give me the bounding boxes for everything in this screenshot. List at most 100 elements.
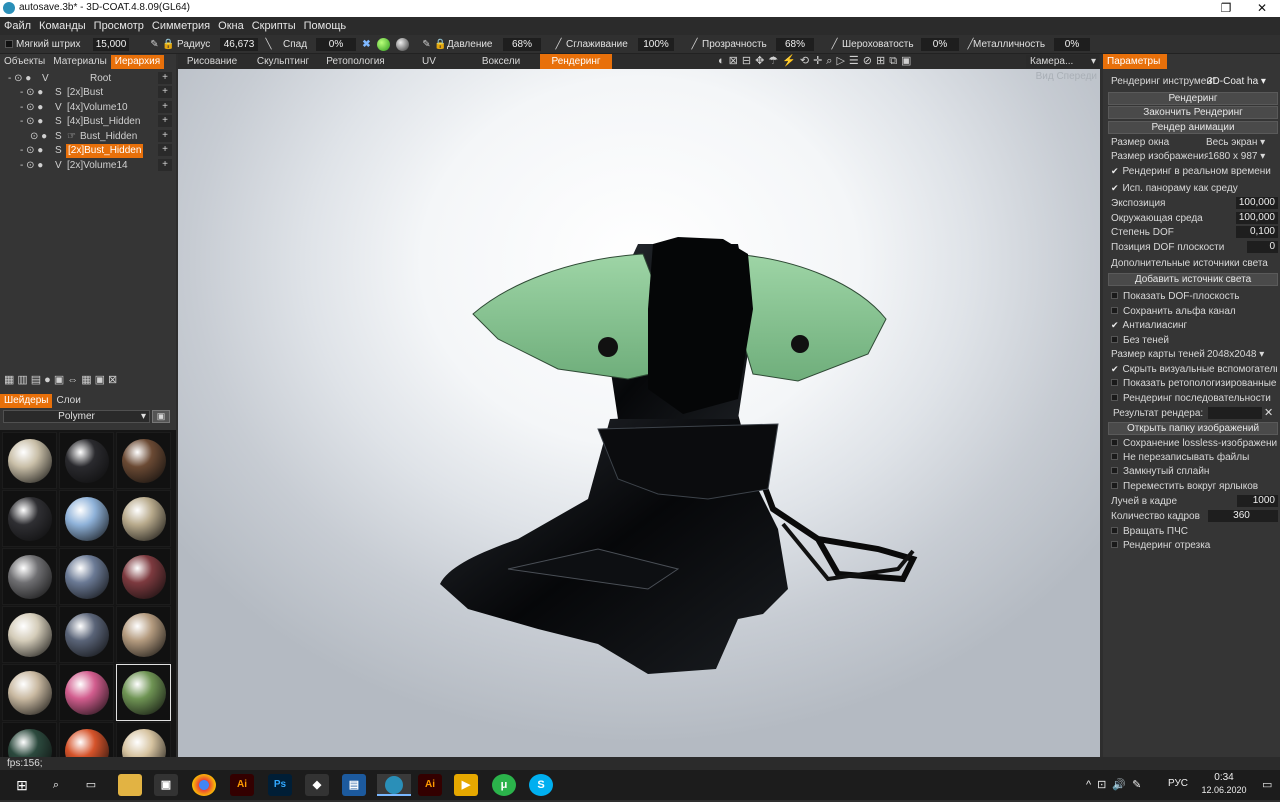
shader-swatch[interactable] <box>116 606 171 663</box>
soft-stroke-field[interactable]: 15,000 <box>93 38 129 51</box>
shader-swatch[interactable] <box>2 606 57 663</box>
bust-model[interactable] <box>178 69 1100 757</box>
environment-field[interactable]: 100,000 <box>1236 212 1278 224</box>
app-window-icon[interactable]: ▤ <box>342 774 366 796</box>
shadow-map-dropdown[interactable]: 2048x2048 ▾ <box>1207 348 1278 361</box>
tab-hierarchy[interactable]: Иерархия <box>110 55 165 69</box>
3dcoat-taskbar-icon[interactable] <box>377 774 411 796</box>
clock-time[interactable]: 0:34 <box>1206 772 1242 783</box>
dof-field[interactable]: 0,100 <box>1236 226 1278 238</box>
shader-swatch[interactable] <box>2 722 57 757</box>
pressure-lock-icon[interactable]: 🔒 <box>434 38 447 51</box>
shader-folder-button[interactable]: ▣ <box>152 410 170 423</box>
tab-layers[interactable]: Слои <box>52 394 84 408</box>
rays-field[interactable]: 1000 <box>1237 495 1278 507</box>
add-light-button[interactable]: Добавить источник света <box>1108 273 1278 286</box>
add-child-button[interactable]: + <box>158 86 172 98</box>
shader-filter-dropdown[interactable]: Polymer ▾ <box>3 410 150 423</box>
tree-row[interactable]: - ⊙ ● S [4x]Bust_Hidden + <box>0 115 172 129</box>
roughness-field[interactable]: 0% <box>921 38 959 51</box>
inkscape-icon[interactable]: ◆ <box>305 774 329 796</box>
transparency-brush-icon[interactable]: ╱ <box>688 38 701 51</box>
falloff-icon[interactable]: ╲ <box>262 38 275 51</box>
tab-materials[interactable]: Материалы <box>49 55 111 69</box>
render-tool-dropdown[interactable]: 3D-Coat ha ▾ <box>1207 75 1277 88</box>
tab-sculpting[interactable]: Скульптинг <box>253 54 313 69</box>
chrome-icon[interactable] <box>192 774 216 796</box>
notifications-icon[interactable]: ▭ <box>1262 778 1272 791</box>
menu-help[interactable]: Помощь <box>300 17 351 35</box>
render-segment-checkbox[interactable]: Рендеринг отрезка <box>1111 539 1277 552</box>
tab-shaders[interactable]: Шейдеры <box>0 394 53 408</box>
close-button[interactable]: ✕ <box>1244 0 1280 17</box>
rotate-pcs-checkbox[interactable]: Вращать ПЧС <box>1111 525 1277 538</box>
shader-swatch[interactable] <box>59 606 114 663</box>
soft-stroke-toggle[interactable]: Мягкий штрих <box>5 37 80 52</box>
tab-rendering[interactable]: Рендеринг <box>540 54 612 69</box>
restore-button[interactable]: ❐ <box>1208 0 1244 17</box>
clear-result-icon[interactable]: ✕ <box>1264 406 1273 419</box>
realtime-checkbox[interactable]: ✔ Рендеринг в реальном времени <box>1111 165 1277 178</box>
antialias-checkbox[interactable]: ✔ Антиалиасинг <box>1111 319 1277 332</box>
shader-swatch[interactable] <box>116 722 171 757</box>
shader-swatch[interactable] <box>116 664 171 721</box>
render-result-field[interactable] <box>1208 407 1262 419</box>
window-size-dropdown[interactable]: Весь экран ▾ <box>1206 136 1278 149</box>
shader-swatch[interactable] <box>2 490 57 547</box>
tree-row[interactable]: - ⊙ ● V [4x]Volume10 + <box>0 101 172 115</box>
tree-row[interactable]: - ⊙ ● V Root + <box>0 72 172 86</box>
tree-row[interactable]: - ⊙ ● V [2x]Volume14 + <box>0 159 172 173</box>
cross-material-icon[interactable]: ✖ <box>360 38 373 51</box>
roughness-brush-icon[interactable]: ╱ <box>828 38 841 51</box>
camera-dropdown[interactable]: Камера... ▾ <box>1026 55 1099 68</box>
tab-parameters[interactable]: Параметры <box>1103 54 1167 69</box>
menu-scripts[interactable]: Скрипты <box>248 17 300 35</box>
image-size-dropdown[interactable]: 1680 x 987 ▾ <box>1208 150 1278 163</box>
media-player-icon[interactable]: ▶ <box>454 774 478 796</box>
no-shadows-checkbox[interactable]: Без теней <box>1111 334 1277 347</box>
render-button[interactable]: Рендеринг <box>1108 92 1278 105</box>
add-child-button[interactable]: + <box>158 115 172 127</box>
menu-file[interactable]: Файл <box>0 17 35 35</box>
menu-commands[interactable]: Команды <box>35 17 90 35</box>
lock-icon[interactable]: 🔒 <box>162 38 175 51</box>
metalness-field[interactable]: 0% <box>1054 38 1090 51</box>
shader-swatch[interactable] <box>59 664 114 721</box>
frames-field[interactable]: 360 <box>1208 510 1278 522</box>
file-explorer-icon[interactable] <box>118 774 142 796</box>
pressure-field[interactable]: 68% <box>503 38 541 51</box>
falloff-field[interactable]: 0% <box>316 38 356 51</box>
move-around-checkbox[interactable]: Переместить вокруг ярлыков <box>1111 480 1277 493</box>
exposure-field[interactable]: 100,000 <box>1236 197 1278 209</box>
smoothing-brush-icon[interactable]: ╱ <box>552 38 565 51</box>
menu-view[interactable]: Просмотр <box>90 17 148 35</box>
gray-sphere-icon[interactable] <box>396 38 409 51</box>
photoshop-icon[interactable]: Ps <box>268 774 292 796</box>
search-icon[interactable]: ⌕ <box>44 774 68 796</box>
illustrator-icon[interactable]: Ai <box>230 774 254 796</box>
show-dof-checkbox[interactable]: Показать DOF-плоскость <box>1111 290 1277 303</box>
task-view-icon[interactable]: ▭ <box>79 774 103 796</box>
open-images-folder-button[interactable]: Открыть папку изображений <box>1108 422 1278 435</box>
shader-swatch[interactable] <box>59 548 114 605</box>
shader-swatch[interactable] <box>2 664 57 721</box>
smoothing-field[interactable]: 100% <box>638 38 674 51</box>
brush-icon[interactable]: ✎ <box>148 38 161 51</box>
panorama-checkbox[interactable]: ✔ Исп. панораму как среду <box>1111 182 1277 195</box>
shader-swatch[interactable] <box>59 490 114 547</box>
add-child-button[interactable]: + <box>158 144 172 156</box>
view-tools-icons[interactable]: ◐⊠⊟✥☂⚡⟲✛⌕▷☰⊘⊞⧉▣ <box>718 55 915 68</box>
tree-row-selected[interactable]: - ⊙ ● S [2x]Bust_Hidden + <box>0 144 172 158</box>
hierarchy-tools[interactable]: ▦▥▤●▣⇔▦▣⊠ <box>4 373 174 387</box>
tab-retopology[interactable]: Ретопология <box>323 54 388 69</box>
utorrent-icon[interactable]: μ <box>492 774 516 796</box>
shader-swatch[interactable] <box>116 432 171 489</box>
radius-field[interactable]: 46,673 <box>220 38 258 51</box>
render-animation-button[interactable]: Рендер анимации <box>1108 121 1278 134</box>
tree-row[interactable]: - ⊙ ● S [2x]Bust + <box>0 86 172 100</box>
shader-swatch[interactable] <box>59 722 114 757</box>
skype-icon[interactable]: S <box>529 774 553 796</box>
save-alpha-checkbox[interactable]: Сохранить альфа канал <box>1111 305 1277 318</box>
add-child-button[interactable]: + <box>158 72 172 84</box>
dof-position-field[interactable]: 0 <box>1247 241 1278 253</box>
